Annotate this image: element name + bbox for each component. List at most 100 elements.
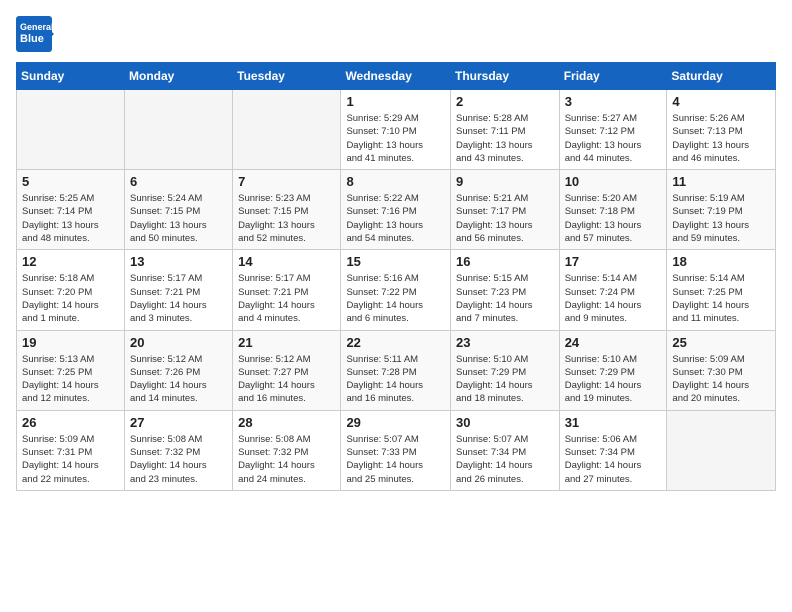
- day-info: Sunrise: 5:16 AM Sunset: 7:22 PM Dayligh…: [346, 272, 445, 325]
- day-info: Sunrise: 5:27 AM Sunset: 7:12 PM Dayligh…: [565, 112, 662, 165]
- day-number: 17: [565, 254, 662, 269]
- day-number: 15: [346, 254, 445, 269]
- day-number: 29: [346, 415, 445, 430]
- day-info: Sunrise: 5:13 AM Sunset: 7:25 PM Dayligh…: [22, 353, 119, 406]
- day-info: Sunrise: 5:08 AM Sunset: 7:32 PM Dayligh…: [238, 433, 335, 486]
- calendar-cell: 8 Sunrise: 5:22 AM Sunset: 7:16 PM Daylig…: [341, 170, 451, 250]
- day-number: 30: [456, 415, 554, 430]
- calendar-cell: 13Sunrise: 5:17 AM Sunset: 7:21 PM Dayli…: [125, 250, 233, 330]
- day-number: 1: [346, 94, 445, 109]
- day-info: Sunrise: 5:14 AM Sunset: 7:24 PM Dayligh…: [565, 272, 662, 325]
- calendar-cell: 24 Sunrise: 5:10 AM Sunset: 7:29 PM Dayli…: [559, 330, 667, 410]
- day-info: Sunrise: 5:22 AM Sunset: 7:16 PM Dayligh…: [346, 192, 445, 245]
- day-info: Sunrise: 5:08 AM Sunset: 7:32 PM Dayligh…: [130, 433, 227, 486]
- calendar-header-saturday: Saturday: [667, 63, 776, 90]
- day-number: 16: [456, 254, 554, 269]
- calendar-cell: 25Sunrise: 5:09 AM Sunset: 7:30 PM Dayli…: [667, 330, 776, 410]
- day-info: Sunrise: 5:23 AM Sunset: 7:15 PM Dayligh…: [238, 192, 335, 245]
- calendar-header-friday: Friday: [559, 63, 667, 90]
- day-info: Sunrise: 5:20 AM Sunset: 7:18 PM Dayligh…: [565, 192, 662, 245]
- calendar-cell: 14 Sunrise: 5:17 AM Sunset: 7:21 PM Dayli…: [233, 250, 341, 330]
- day-info: Sunrise: 5:21 AM Sunset: 7:17 PM Dayligh…: [456, 192, 554, 245]
- calendar-header-sunday: Sunday: [17, 63, 125, 90]
- calendar-cell: 7 Sunrise: 5:23 AM Sunset: 7:15 PM Daylig…: [233, 170, 341, 250]
- day-number: 7: [238, 174, 335, 189]
- calendar-cell: 15 Sunrise: 5:16 AM Sunset: 7:22 PM Dayli…: [341, 250, 451, 330]
- calendar-cell: 30 Sunrise: 5:07 AM Sunset: 7:34 PM Dayli…: [450, 410, 559, 490]
- calendar-cell: 26 Sunrise: 5:09 AM Sunset: 7:31 PM Dayli…: [17, 410, 125, 490]
- calendar-cell: 5 Sunrise: 5:25 AM Sunset: 7:14 PM Daylig…: [17, 170, 125, 250]
- calendar-cell: [233, 90, 341, 170]
- day-number: 23: [456, 335, 554, 350]
- calendar-week-row: 5 Sunrise: 5:25 AM Sunset: 7:14 PM Daylig…: [17, 170, 776, 250]
- calendar-cell: [125, 90, 233, 170]
- day-number: 6: [130, 174, 227, 189]
- calendar-cell: 1Sunrise: 5:29 AM Sunset: 7:10 PM Daylig…: [341, 90, 451, 170]
- calendar-cell: 2Sunrise: 5:28 AM Sunset: 7:11 PM Daylig…: [450, 90, 559, 170]
- day-number: 2: [456, 94, 554, 109]
- svg-text:Blue: Blue: [20, 33, 44, 45]
- calendar-week-row: 26 Sunrise: 5:09 AM Sunset: 7:31 PM Dayli…: [17, 410, 776, 490]
- day-info: Sunrise: 5:19 AM Sunset: 7:19 PM Dayligh…: [672, 192, 770, 245]
- calendar-cell: 9Sunrise: 5:21 AM Sunset: 7:17 PM Daylig…: [450, 170, 559, 250]
- day-number: 20: [130, 335, 227, 350]
- calendar-cell: 4 Sunrise: 5:26 AM Sunset: 7:13 PM Daylig…: [667, 90, 776, 170]
- calendar-cell: [667, 410, 776, 490]
- calendar-cell: 22Sunrise: 5:11 AM Sunset: 7:28 PM Dayli…: [341, 330, 451, 410]
- day-number: 10: [565, 174, 662, 189]
- calendar-cell: 10 Sunrise: 5:20 AM Sunset: 7:18 PM Dayli…: [559, 170, 667, 250]
- day-info: Sunrise: 5:09 AM Sunset: 7:31 PM Dayligh…: [22, 433, 119, 486]
- day-info: Sunrise: 5:14 AM Sunset: 7:25 PM Dayligh…: [672, 272, 770, 325]
- day-info: Sunrise: 5:25 AM Sunset: 7:14 PM Dayligh…: [22, 192, 119, 245]
- calendar-cell: 18 Sunrise: 5:14 AM Sunset: 7:25 PM Dayli…: [667, 250, 776, 330]
- calendar-cell: 21Sunrise: 5:12 AM Sunset: 7:27 PM Dayli…: [233, 330, 341, 410]
- calendar-week-row: 12 Sunrise: 5:18 AM Sunset: 7:20 PM Dayli…: [17, 250, 776, 330]
- calendar-header-wednesday: Wednesday: [341, 63, 451, 90]
- day-number: 24: [565, 335, 662, 350]
- day-number: 5: [22, 174, 119, 189]
- day-number: 31: [565, 415, 662, 430]
- calendar-cell: 11 Sunrise: 5:19 AM Sunset: 7:19 PM Dayli…: [667, 170, 776, 250]
- calendar-cell: 28 Sunrise: 5:08 AM Sunset: 7:32 PM Dayli…: [233, 410, 341, 490]
- day-info: Sunrise: 5:24 AM Sunset: 7:15 PM Dayligh…: [130, 192, 227, 245]
- calendar-cell: 27Sunrise: 5:08 AM Sunset: 7:32 PM Dayli…: [125, 410, 233, 490]
- day-number: 4: [672, 94, 770, 109]
- day-number: 8: [346, 174, 445, 189]
- day-number: 28: [238, 415, 335, 430]
- calendar-week-row: 1Sunrise: 5:29 AM Sunset: 7:10 PM Daylig…: [17, 90, 776, 170]
- page-header: General Blue: [16, 16, 776, 52]
- calendar-header-monday: Monday: [125, 63, 233, 90]
- day-number: 13: [130, 254, 227, 269]
- calendar-week-row: 19Sunrise: 5:13 AM Sunset: 7:25 PM Dayli…: [17, 330, 776, 410]
- day-number: 3: [565, 94, 662, 109]
- day-info: Sunrise: 5:10 AM Sunset: 7:29 PM Dayligh…: [565, 353, 662, 406]
- day-info: Sunrise: 5:18 AM Sunset: 7:20 PM Dayligh…: [22, 272, 119, 325]
- calendar-table: SundayMondayTuesdayWednesdayThursdayFrid…: [16, 62, 776, 491]
- calendar-cell: 3 Sunrise: 5:27 AM Sunset: 7:12 PM Daylig…: [559, 90, 667, 170]
- calendar-cell: 23 Sunrise: 5:10 AM Sunset: 7:29 PM Dayli…: [450, 330, 559, 410]
- day-number: 14: [238, 254, 335, 269]
- calendar-cell: 29Sunrise: 5:07 AM Sunset: 7:33 PM Dayli…: [341, 410, 451, 490]
- day-number: 11: [672, 174, 770, 189]
- calendar-cell: 19Sunrise: 5:13 AM Sunset: 7:25 PM Dayli…: [17, 330, 125, 410]
- day-info: Sunrise: 5:17 AM Sunset: 7:21 PM Dayligh…: [238, 272, 335, 325]
- day-number: 18: [672, 254, 770, 269]
- calendar-body: 1Sunrise: 5:29 AM Sunset: 7:10 PM Daylig…: [17, 90, 776, 491]
- calendar-cell: 12 Sunrise: 5:18 AM Sunset: 7:20 PM Dayli…: [17, 250, 125, 330]
- logo: General Blue: [16, 16, 54, 52]
- day-info: Sunrise: 5:10 AM Sunset: 7:29 PM Dayligh…: [456, 353, 554, 406]
- day-number: 12: [22, 254, 119, 269]
- calendar-cell: 31 Sunrise: 5:06 AM Sunset: 7:34 PM Dayli…: [559, 410, 667, 490]
- calendar-cell: [17, 90, 125, 170]
- day-info: Sunrise: 5:06 AM Sunset: 7:34 PM Dayligh…: [565, 433, 662, 486]
- day-info: Sunrise: 5:09 AM Sunset: 7:30 PM Dayligh…: [672, 353, 770, 406]
- day-info: Sunrise: 5:15 AM Sunset: 7:23 PM Dayligh…: [456, 272, 554, 325]
- calendar-header-thursday: Thursday: [450, 63, 559, 90]
- calendar-cell: 17 Sunrise: 5:14 AM Sunset: 7:24 PM Dayli…: [559, 250, 667, 330]
- day-info: Sunrise: 5:26 AM Sunset: 7:13 PM Dayligh…: [672, 112, 770, 165]
- day-info: Sunrise: 5:11 AM Sunset: 7:28 PM Dayligh…: [346, 353, 445, 406]
- day-info: Sunrise: 5:07 AM Sunset: 7:34 PM Dayligh…: [456, 433, 554, 486]
- calendar-cell: 16 Sunrise: 5:15 AM Sunset: 7:23 PM Dayli…: [450, 250, 559, 330]
- day-info: Sunrise: 5:12 AM Sunset: 7:27 PM Dayligh…: [238, 353, 335, 406]
- day-number: 26: [22, 415, 119, 430]
